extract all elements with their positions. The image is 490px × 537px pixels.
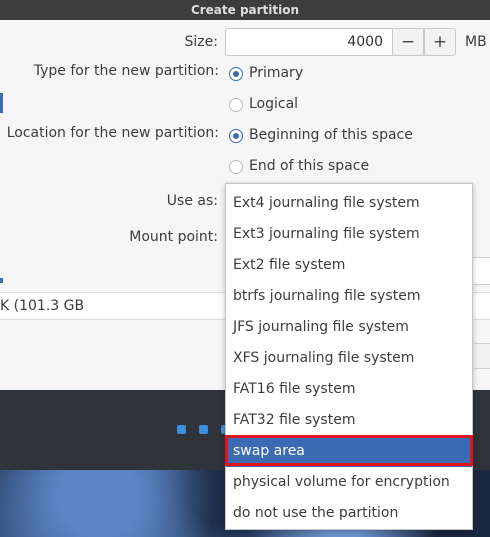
size-input[interactable]: 4000	[225, 28, 393, 56]
dropdown-option-encryption[interactable]: physical volume for encryption	[226, 467, 472, 498]
dialog-titlebar: Create partition	[0, 0, 490, 20]
dropdown-option-btrfs[interactable]: btrfs journaling file system	[226, 281, 472, 312]
size-decrement-button[interactable]: −	[392, 28, 424, 56]
dropdown-option-jfs[interactable]: JFS journaling file system	[226, 312, 472, 343]
type-primary-radio[interactable]	[229, 67, 243, 81]
dropdown-option-ext4[interactable]: Ext4 journaling file system	[226, 188, 472, 219]
dropdown-option-ext2[interactable]: Ext2 file system	[226, 250, 472, 281]
dropdown-option-do-not-use[interactable]: do not use the partition	[226, 498, 472, 529]
type-label: Type for the new partition:	[33, 63, 219, 79]
dropdown-option-fat16[interactable]: FAT16 file system	[226, 374, 472, 405]
size-increment-button[interactable]: +	[424, 28, 456, 56]
type-logical-label[interactable]: Logical	[249, 96, 298, 112]
progress-dot	[177, 425, 186, 434]
dropdown-option-swap[interactable]: swap area	[226, 436, 472, 467]
type-logical-radio[interactable]	[229, 98, 243, 112]
disk-row-label: K (101.3 GB	[0, 298, 85, 314]
location-end-label[interactable]: End of this space	[249, 158, 369, 174]
mount-point-field-edge[interactable]	[472, 257, 490, 285]
left-edge-dot	[0, 278, 3, 283]
location-label: Location for the new partition:	[6, 125, 219, 141]
location-beginning-radio[interactable]	[229, 129, 243, 143]
location-end-radio[interactable]	[229, 160, 243, 174]
progress-dot	[199, 425, 208, 434]
dropdown-option-xfs[interactable]: XFS journaling file system	[226, 343, 472, 374]
dropdown-option-fat32[interactable]: FAT32 file system	[226, 405, 472, 436]
background-button[interactable]: t	[467, 343, 490, 369]
use-as-dropdown-list[interactable]: Ext4 journaling file system Ext3 journal…	[225, 183, 473, 530]
size-label: Size:	[184, 34, 218, 50]
dropdown-option-ext3[interactable]: Ext3 journaling file system	[226, 219, 472, 250]
size-unit: MB	[465, 34, 487, 50]
mount-point-label: Mount point:	[129, 229, 218, 245]
use-as-label: Use as:	[166, 193, 218, 209]
location-beginning-label[interactable]: Beginning of this space	[249, 127, 413, 143]
left-edge-marker	[0, 93, 3, 113]
type-primary-label[interactable]: Primary	[249, 65, 303, 81]
